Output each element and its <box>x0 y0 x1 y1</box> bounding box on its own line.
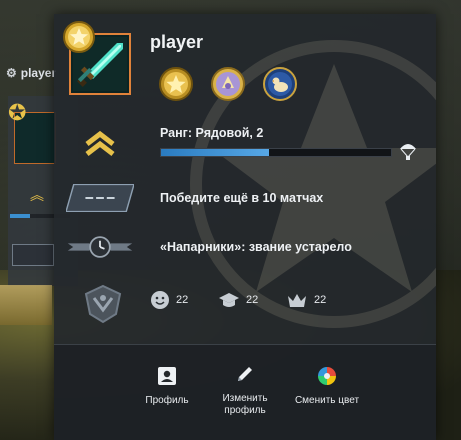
color-wheel-icon <box>316 365 338 387</box>
service-medal-slot[interactable] <box>82 284 124 324</box>
unranked-slot-icon <box>66 184 134 212</box>
duck-medal-icon <box>263 67 297 101</box>
matches-label: Победите ещё в 10 матчах <box>160 191 324 205</box>
pin-medal[interactable] <box>210 66 246 102</box>
background-wingman-slot <box>12 244 54 266</box>
background-rank-chevron-icon: ︽ <box>30 187 44 203</box>
profile-actions: Профиль Изменить профиль Сменить цвет <box>54 344 436 440</box>
player-name: player <box>150 32 204 52</box>
commendations-row: 22 22 22 <box>54 284 436 324</box>
change-color-button-label: Сменить цвет <box>294 395 360 406</box>
medals-row <box>158 66 298 102</box>
rank-chevron-icon <box>66 126 134 160</box>
teacher-count: 22 <box>246 294 259 306</box>
profile-card-icon <box>156 365 178 387</box>
gold-star-medal-icon <box>159 67 193 101</box>
background-player-tag: ⚙ player <box>6 66 56 80</box>
crown-icon <box>288 294 306 307</box>
graduation-cap-icon <box>219 293 239 307</box>
friendly-stat[interactable]: 22 <box>150 290 188 310</box>
pin-medal-icon <box>211 67 245 101</box>
wingman-label: «Напарники»: звание устарело <box>160 240 352 254</box>
background-object <box>0 285 52 325</box>
profile-button[interactable]: Профиль <box>122 365 212 407</box>
friendly-count: 22 <box>176 294 189 306</box>
smile-icon <box>151 291 169 309</box>
pencil-icon <box>234 363 256 385</box>
background-player-name: player <box>20 66 57 80</box>
duck-medal[interactable] <box>262 66 298 102</box>
leader-stat[interactable]: 22 <box>286 290 326 310</box>
gold-star-medal[interactable] <box>158 66 194 102</box>
rank-progress-bar <box>160 148 392 157</box>
background-emblem-icon: ✪ <box>8 100 27 125</box>
profile-panel: player Ранг: Рядовой, 2 Победите ещё в 1… <box>54 14 436 440</box>
profile-rank-emblem-icon <box>63 21 95 53</box>
parachute-icon <box>400 144 416 160</box>
leader-count: 22 <box>314 294 327 306</box>
edit-profile-button[interactable]: Изменить профиль <box>200 363 290 417</box>
service-medal-icon <box>84 284 122 324</box>
teacher-stat[interactable]: 22 <box>218 290 258 310</box>
wingman-emblem-icon <box>66 232 134 262</box>
profile-button-label: Профиль <box>145 395 189 406</box>
change-color-button[interactable]: Сменить цвет <box>282 365 372 407</box>
gear-icon: ⚙ <box>6 66 17 80</box>
edit-profile-button-label: Изменить профиль <box>222 393 268 416</box>
rank-label: Ранг: Рядовой, 2 <box>160 126 264 140</box>
rank-progress-fill <box>161 149 270 156</box>
